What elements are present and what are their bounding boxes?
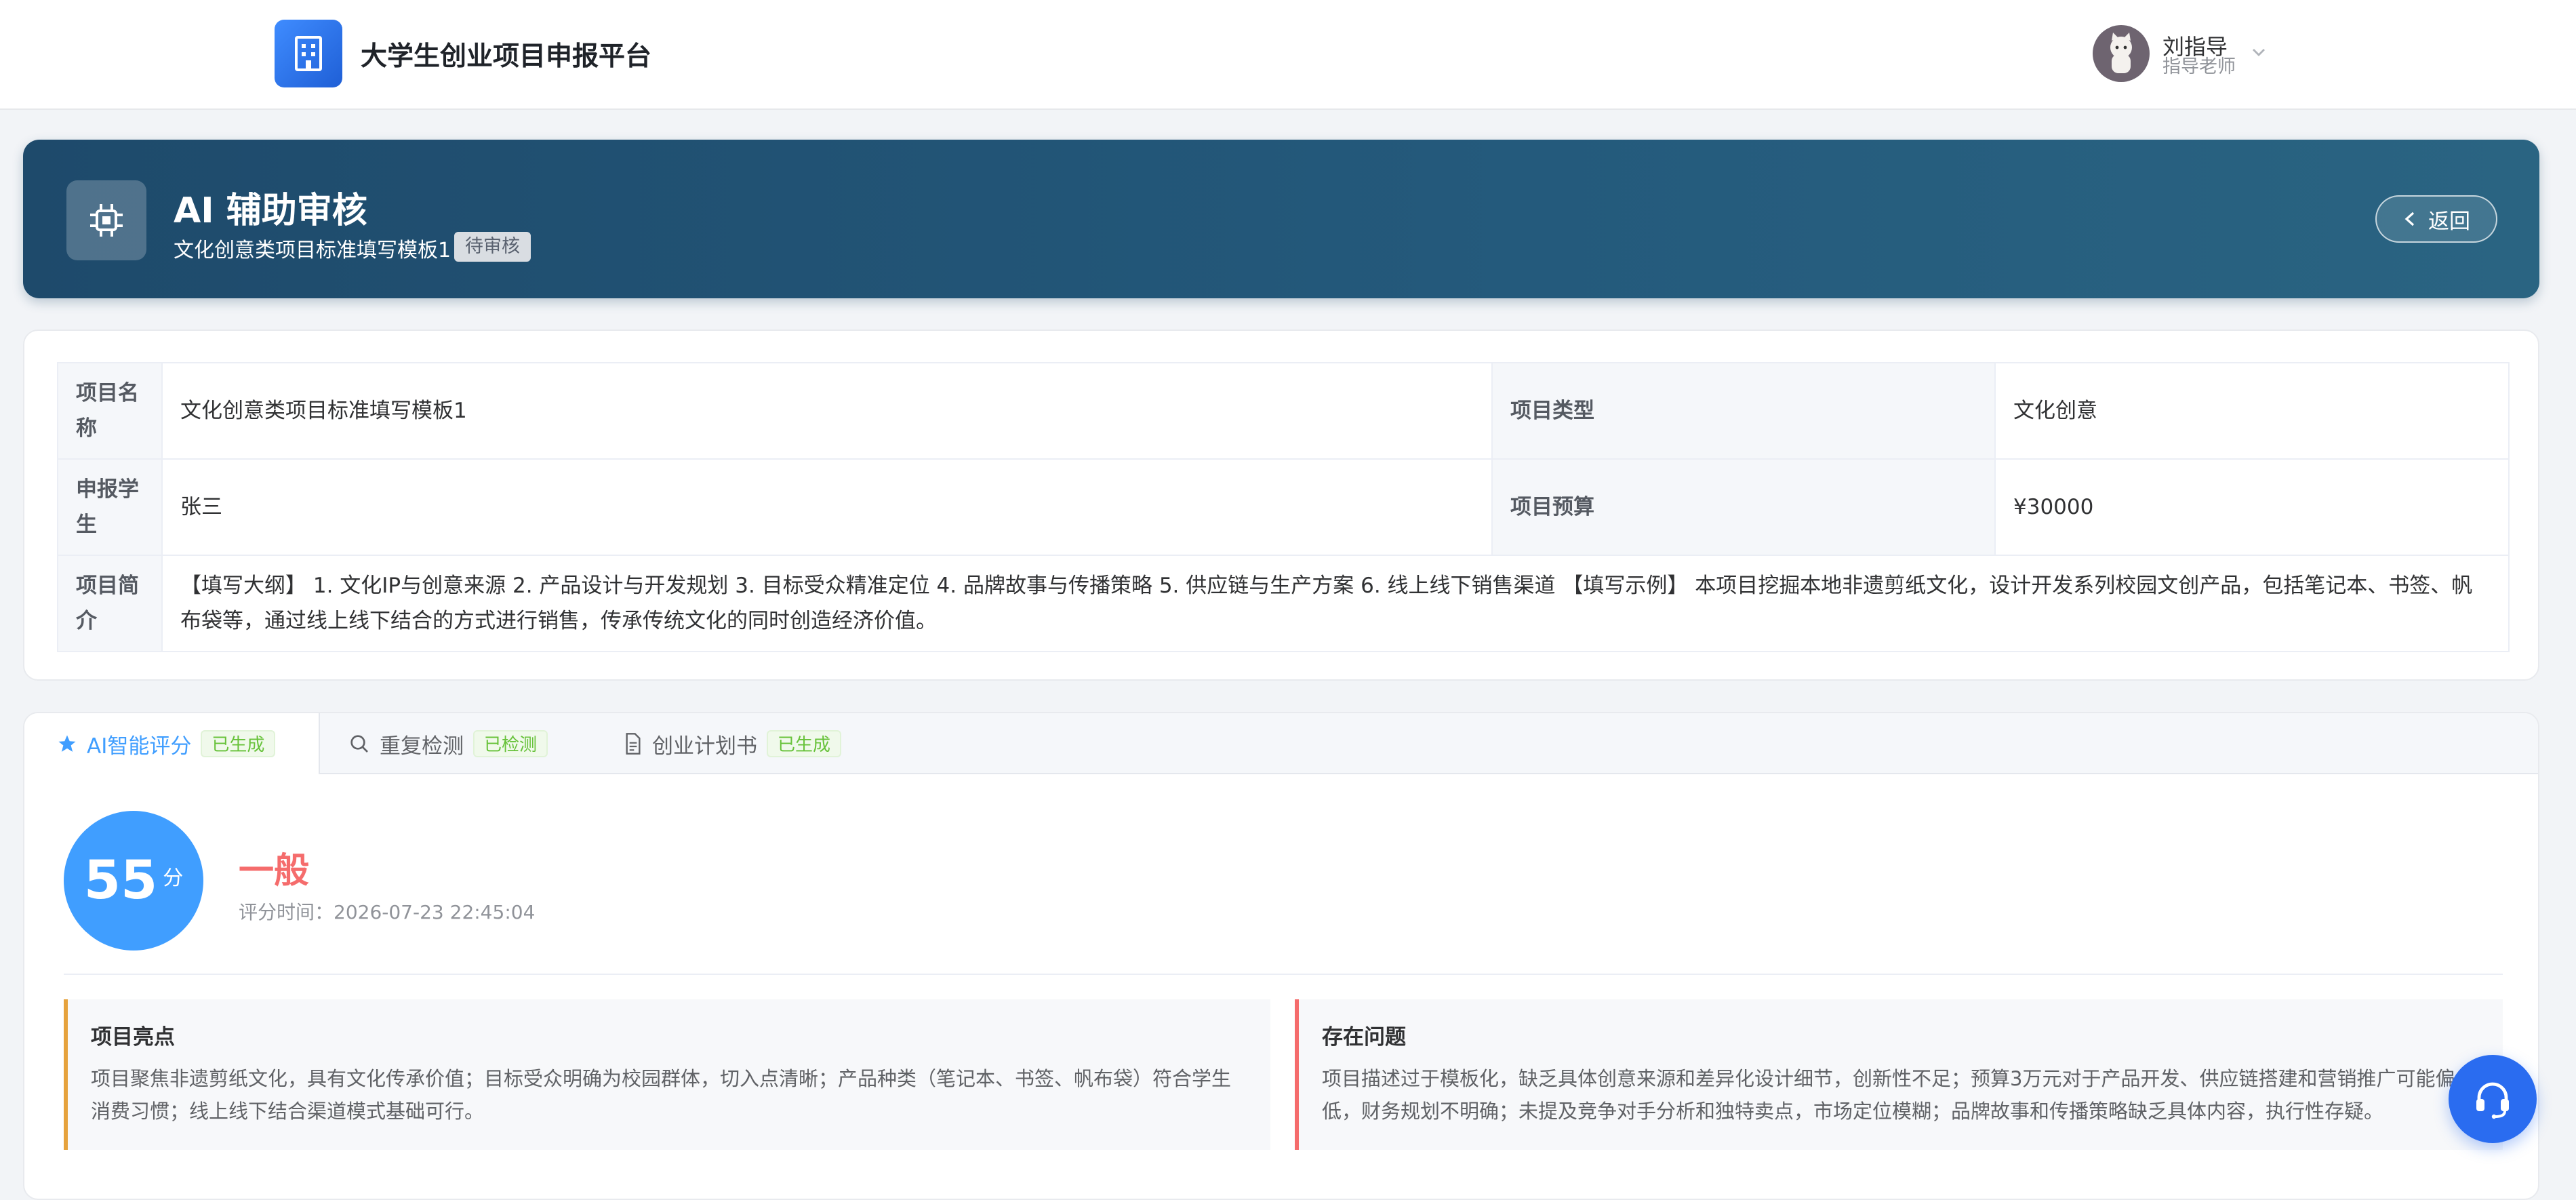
chevron-down-icon[interactable] [2249, 43, 2268, 62]
review-banner: AI 辅助审核 文化创意类项目标准填写模板1 待审核 返回 [23, 140, 2539, 298]
avatar[interactable] [2093, 25, 2150, 82]
tab-status-badge: 已检测 [473, 730, 548, 757]
project-subtitle: 文化创意类项目标准填写模板1 [174, 239, 451, 262]
score-level: 一般 [239, 851, 310, 892]
table-row: 项目名称 文化创意类项目标准填写模板1 项目类型 文化创意 [57, 362, 2510, 460]
budget-value: ¥30000 [1994, 458, 2510, 556]
document-icon [626, 733, 641, 755]
tab-label: AI智能评分 [87, 734, 192, 759]
highlights-title: 项目亮点 [91, 1025, 175, 1049]
table-row: 申报学生 张三 项目预算 ¥30000 [57, 458, 2510, 556]
student-label: 申报学生 [57, 458, 163, 556]
ai-review-card: AI智能评分 已生成 重复检测 已检测 创业计划书 已生成 55 分 一般 评分… [23, 712, 2539, 1200]
back-button[interactable]: 返回 [2375, 195, 2497, 243]
tab-status-badge: 已生成 [767, 730, 842, 757]
issues-title: 存在问题 [1322, 1025, 1406, 1049]
chevron-left-icon [2404, 212, 2415, 226]
user-role: 指导老师 [2162, 56, 2236, 77]
search-icon [350, 735, 368, 753]
project-info-card: 项目名称 文化创意类项目标准填写模板1 项目类型 文化创意 申报学生 张三 项目… [23, 329, 2539, 681]
tab-label: 重复检测 [380, 734, 464, 759]
score-value: 55 [83, 850, 158, 911]
student-value: 张三 [161, 458, 1493, 556]
intro-value: 【填写大纲】 1. 文化IP与创意来源 2. 产品设计与开发规划 3. 目标受众… [161, 555, 2510, 652]
status-badge: 待审核 [454, 232, 531, 262]
table-row: 项目简介 【填写大纲】 1. 文化IP与创意来源 2. 产品设计与开发规划 3.… [57, 555, 2510, 652]
chip-icon [66, 180, 146, 260]
project-name-label: 项目名称 [57, 362, 163, 460]
tab-business-plan[interactable]: 创业计划书 已生成 [624, 713, 842, 774]
app-title: 大学生创业项目申报平台 [361, 41, 652, 72]
customer-service-button[interactable] [2449, 1055, 2537, 1143]
project-type-label: 项目类型 [1491, 362, 1996, 460]
divider [64, 974, 2503, 975]
tab-label: 创业计划书 [652, 734, 757, 759]
headset-icon [2476, 1082, 2509, 1119]
score-time: 评分时间：2026-07-23 22:45:04 [239, 901, 536, 923]
building-icon[interactable] [275, 20, 342, 87]
top-header: 大学生创业项目申报平台 刘指导 指导老师 [0, 0, 2576, 110]
page-title: AI 辅助审核 [174, 191, 367, 231]
issues-text: 项目描述过于模板化，缺乏具体创意来源和差异化设计细节，创新性不足；预算3万元对于… [1322, 1067, 2455, 1123]
tab-duplicate-check[interactable]: 重复检测 已检测 [348, 713, 548, 774]
project-info-table: 项目名称 文化创意类项目标准填写模板1 项目类型 文化创意 申报学生 张三 项目… [57, 362, 2510, 652]
score-unit: 分 [163, 866, 184, 890]
back-button-label: 返回 [2428, 209, 2470, 234]
tab-ai-score[interactable]: AI智能评分 已生成 [24, 713, 320, 774]
highlights-text: 项目聚焦非遗剪纸文化，具有文化传承价值；目标受众明确为校园群体，切入点清晰；产品… [91, 1067, 1232, 1123]
score-circle: 55 分 [64, 811, 203, 951]
tab-status-badge: 已生成 [201, 730, 276, 757]
project-type-value: 文化创意 [1994, 362, 2510, 460]
intro-label: 项目简介 [57, 555, 163, 652]
highlights-panel: 项目亮点 项目聚焦非遗剪纸文化，具有文化传承价值；目标受众明确为校园群体，切入点… [64, 999, 1270, 1150]
project-name-value: 文化创意类项目标准填写模板1 [161, 362, 1493, 460]
issues-panel: 存在问题 项目描述过于模板化，缺乏具体创意来源和差异化设计细节，创新性不足；预算… [1295, 999, 2503, 1150]
budget-label: 项目预算 [1491, 458, 1996, 556]
star-icon [58, 735, 76, 752]
review-tabs: AI智能评分 已生成 重复检测 已检测 创业计划书 已生成 [24, 713, 2538, 774]
